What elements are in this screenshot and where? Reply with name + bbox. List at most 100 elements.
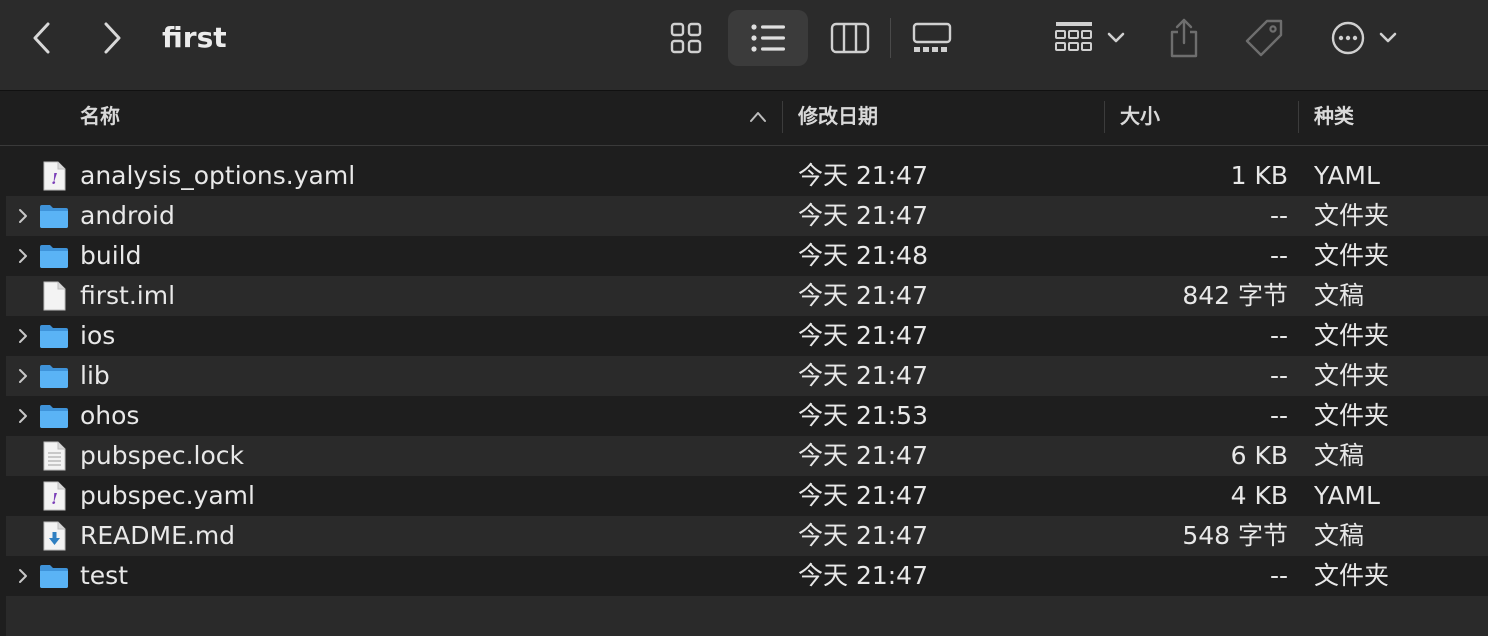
file-modified: 今天 21:47 — [798, 321, 928, 350]
file-list: ! analysis_options.yaml 今天 21:47 1 KB YAML an… — [6, 156, 1488, 636]
file-row[interactable]: android 今天 21:47 -- 文件夹 — [6, 196, 1488, 236]
file-row[interactable]: build 今天 21:48 -- 文件夹 — [6, 236, 1488, 276]
icon-view-button[interactable] — [664, 18, 708, 58]
column-header-name[interactable]: 名称 — [80, 91, 120, 145]
file-row[interactable]: ! analysis_options.yaml 今天 21:47 1 KB YAML — [6, 156, 1488, 196]
column-divider[interactable] — [1104, 101, 1105, 133]
file-size: 1 KB — [1230, 161, 1288, 190]
file-kind: YAML — [1314, 481, 1380, 510]
chevron-down-icon — [1379, 32, 1397, 43]
file-row[interactable]: ohos 今天 21:53 -- 文件夹 — [6, 396, 1488, 436]
file-kind: 文件夹 — [1314, 361, 1390, 390]
file-modified: 今天 21:47 — [798, 441, 928, 470]
file-row[interactable]: ios 今天 21:47 -- 文件夹 — [6, 316, 1488, 356]
markdown-file-icon — [43, 521, 66, 551]
file-modified: 今天 21:47 — [798, 201, 928, 230]
file-row[interactable]: ! pubspec.yaml 今天 21:47 4 KB YAML — [6, 476, 1488, 516]
file-kind: 文件夹 — [1314, 241, 1390, 270]
file-modified: 今天 21:47 — [798, 481, 928, 510]
folder-icon — [40, 245, 68, 268]
column-header-bar: 名称 修改日期 大小 种类 — [0, 91, 1488, 146]
column-header-modified[interactable]: 修改日期 — [798, 91, 878, 145]
window-toolbar: first — [0, 0, 1488, 91]
disclosure-triangle-icon[interactable] — [16, 207, 30, 225]
file-kind: 文稿 — [1314, 521, 1365, 550]
column-header-kind[interactable]: 种类 — [1314, 91, 1354, 145]
document-icon — [43, 281, 66, 311]
column-view-icon — [830, 22, 870, 54]
disclosure-triangle-icon[interactable] — [16, 247, 30, 265]
file-name: analysis_options.yaml — [80, 161, 356, 190]
file-size: 6 KB — [1230, 441, 1288, 470]
back-button[interactable] — [22, 18, 62, 58]
file-row[interactable]: lib 今天 21:47 -- 文件夹 — [6, 356, 1488, 396]
file-kind: 文件夹 — [1314, 401, 1390, 430]
file-row[interactable]: first.iml 今天 21:47 842 字节 文稿 — [6, 276, 1488, 316]
folder-icon — [40, 565, 68, 588]
file-kind: 文件夹 — [1314, 561, 1390, 590]
text-file-icon — [43, 441, 66, 471]
list-view-button[interactable] — [728, 10, 808, 66]
file-size: 548 字节 — [1182, 521, 1288, 550]
forward-button[interactable] — [92, 18, 132, 58]
column-header-size[interactable]: 大小 — [1120, 91, 1160, 145]
file-row[interactable]: test 今天 21:47 -- 文件夹 — [6, 556, 1488, 596]
file-size: -- — [1269, 361, 1288, 390]
file-kind: 文件夹 — [1314, 201, 1390, 230]
tag-button[interactable] — [1240, 14, 1288, 62]
file-kind: YAML — [1314, 161, 1380, 190]
file-name: android — [80, 201, 175, 230]
share-button[interactable] — [1162, 14, 1206, 62]
file-row[interactable]: pubspec.lock 今天 21:47 6 KB 文稿 — [6, 436, 1488, 476]
disclosure-triangle-icon[interactable] — [16, 407, 30, 425]
chevron-down-icon — [1107, 32, 1125, 43]
folder-icon — [40, 365, 68, 388]
yaml-file-icon: ! — [43, 161, 66, 191]
file-size: 842 字节 — [1182, 281, 1288, 310]
file-name: pubspec.lock — [80, 441, 245, 470]
file-size: -- — [1269, 561, 1288, 590]
folder-icon — [40, 205, 68, 228]
file-modified: 今天 21:47 — [798, 161, 928, 190]
file-row[interactable]: README.md 今天 21:47 548 字节 文稿 — [6, 516, 1488, 556]
file-name: build — [80, 241, 142, 270]
file-modified: 今天 21:47 — [798, 561, 928, 590]
chevron-right-icon — [104, 22, 121, 54]
icon-view-icon — [670, 22, 702, 54]
file-kind: 文稿 — [1314, 281, 1365, 310]
file-name: first.iml — [80, 281, 176, 310]
file-name: lib — [80, 361, 110, 390]
toolbar-separator — [890, 18, 891, 58]
file-modified: 今天 21:47 — [798, 281, 928, 310]
more-actions-button[interactable] — [1326, 18, 1402, 58]
sort-ascending-icon[interactable] — [748, 107, 768, 127]
list-view-icon — [751, 24, 785, 52]
share-icon — [1170, 18, 1198, 58]
file-kind: 文件夹 — [1314, 321, 1390, 350]
file-modified: 今天 21:48 — [798, 241, 928, 270]
disclosure-triangle-icon[interactable] — [16, 367, 30, 385]
file-modified: 今天 21:53 — [798, 401, 928, 430]
svg-text:!: ! — [51, 490, 58, 508]
column-divider[interactable] — [782, 101, 783, 133]
disclosure-triangle-icon[interactable] — [16, 567, 30, 585]
folder-icon — [40, 405, 68, 428]
file-name: test — [80, 561, 129, 590]
empty-row — [6, 596, 1488, 636]
chevron-left-icon — [33, 22, 50, 54]
file-name: README.md — [80, 521, 236, 550]
gallery-view-button[interactable] — [908, 18, 956, 58]
group-by-button[interactable] — [1050, 18, 1130, 58]
svg-text:!: ! — [51, 170, 58, 188]
file-size: 4 KB — [1230, 481, 1288, 510]
file-size: -- — [1269, 321, 1288, 350]
file-name: ohos — [80, 401, 140, 430]
more-icon — [1331, 21, 1365, 55]
column-view-button[interactable] — [828, 18, 872, 58]
yaml-file-icon: ! — [43, 481, 66, 511]
gallery-view-icon — [912, 22, 952, 52]
file-size: -- — [1269, 401, 1288, 430]
file-name: ios — [80, 321, 116, 350]
disclosure-triangle-icon[interactable] — [16, 327, 30, 345]
column-divider[interactable] — [1298, 101, 1299, 133]
